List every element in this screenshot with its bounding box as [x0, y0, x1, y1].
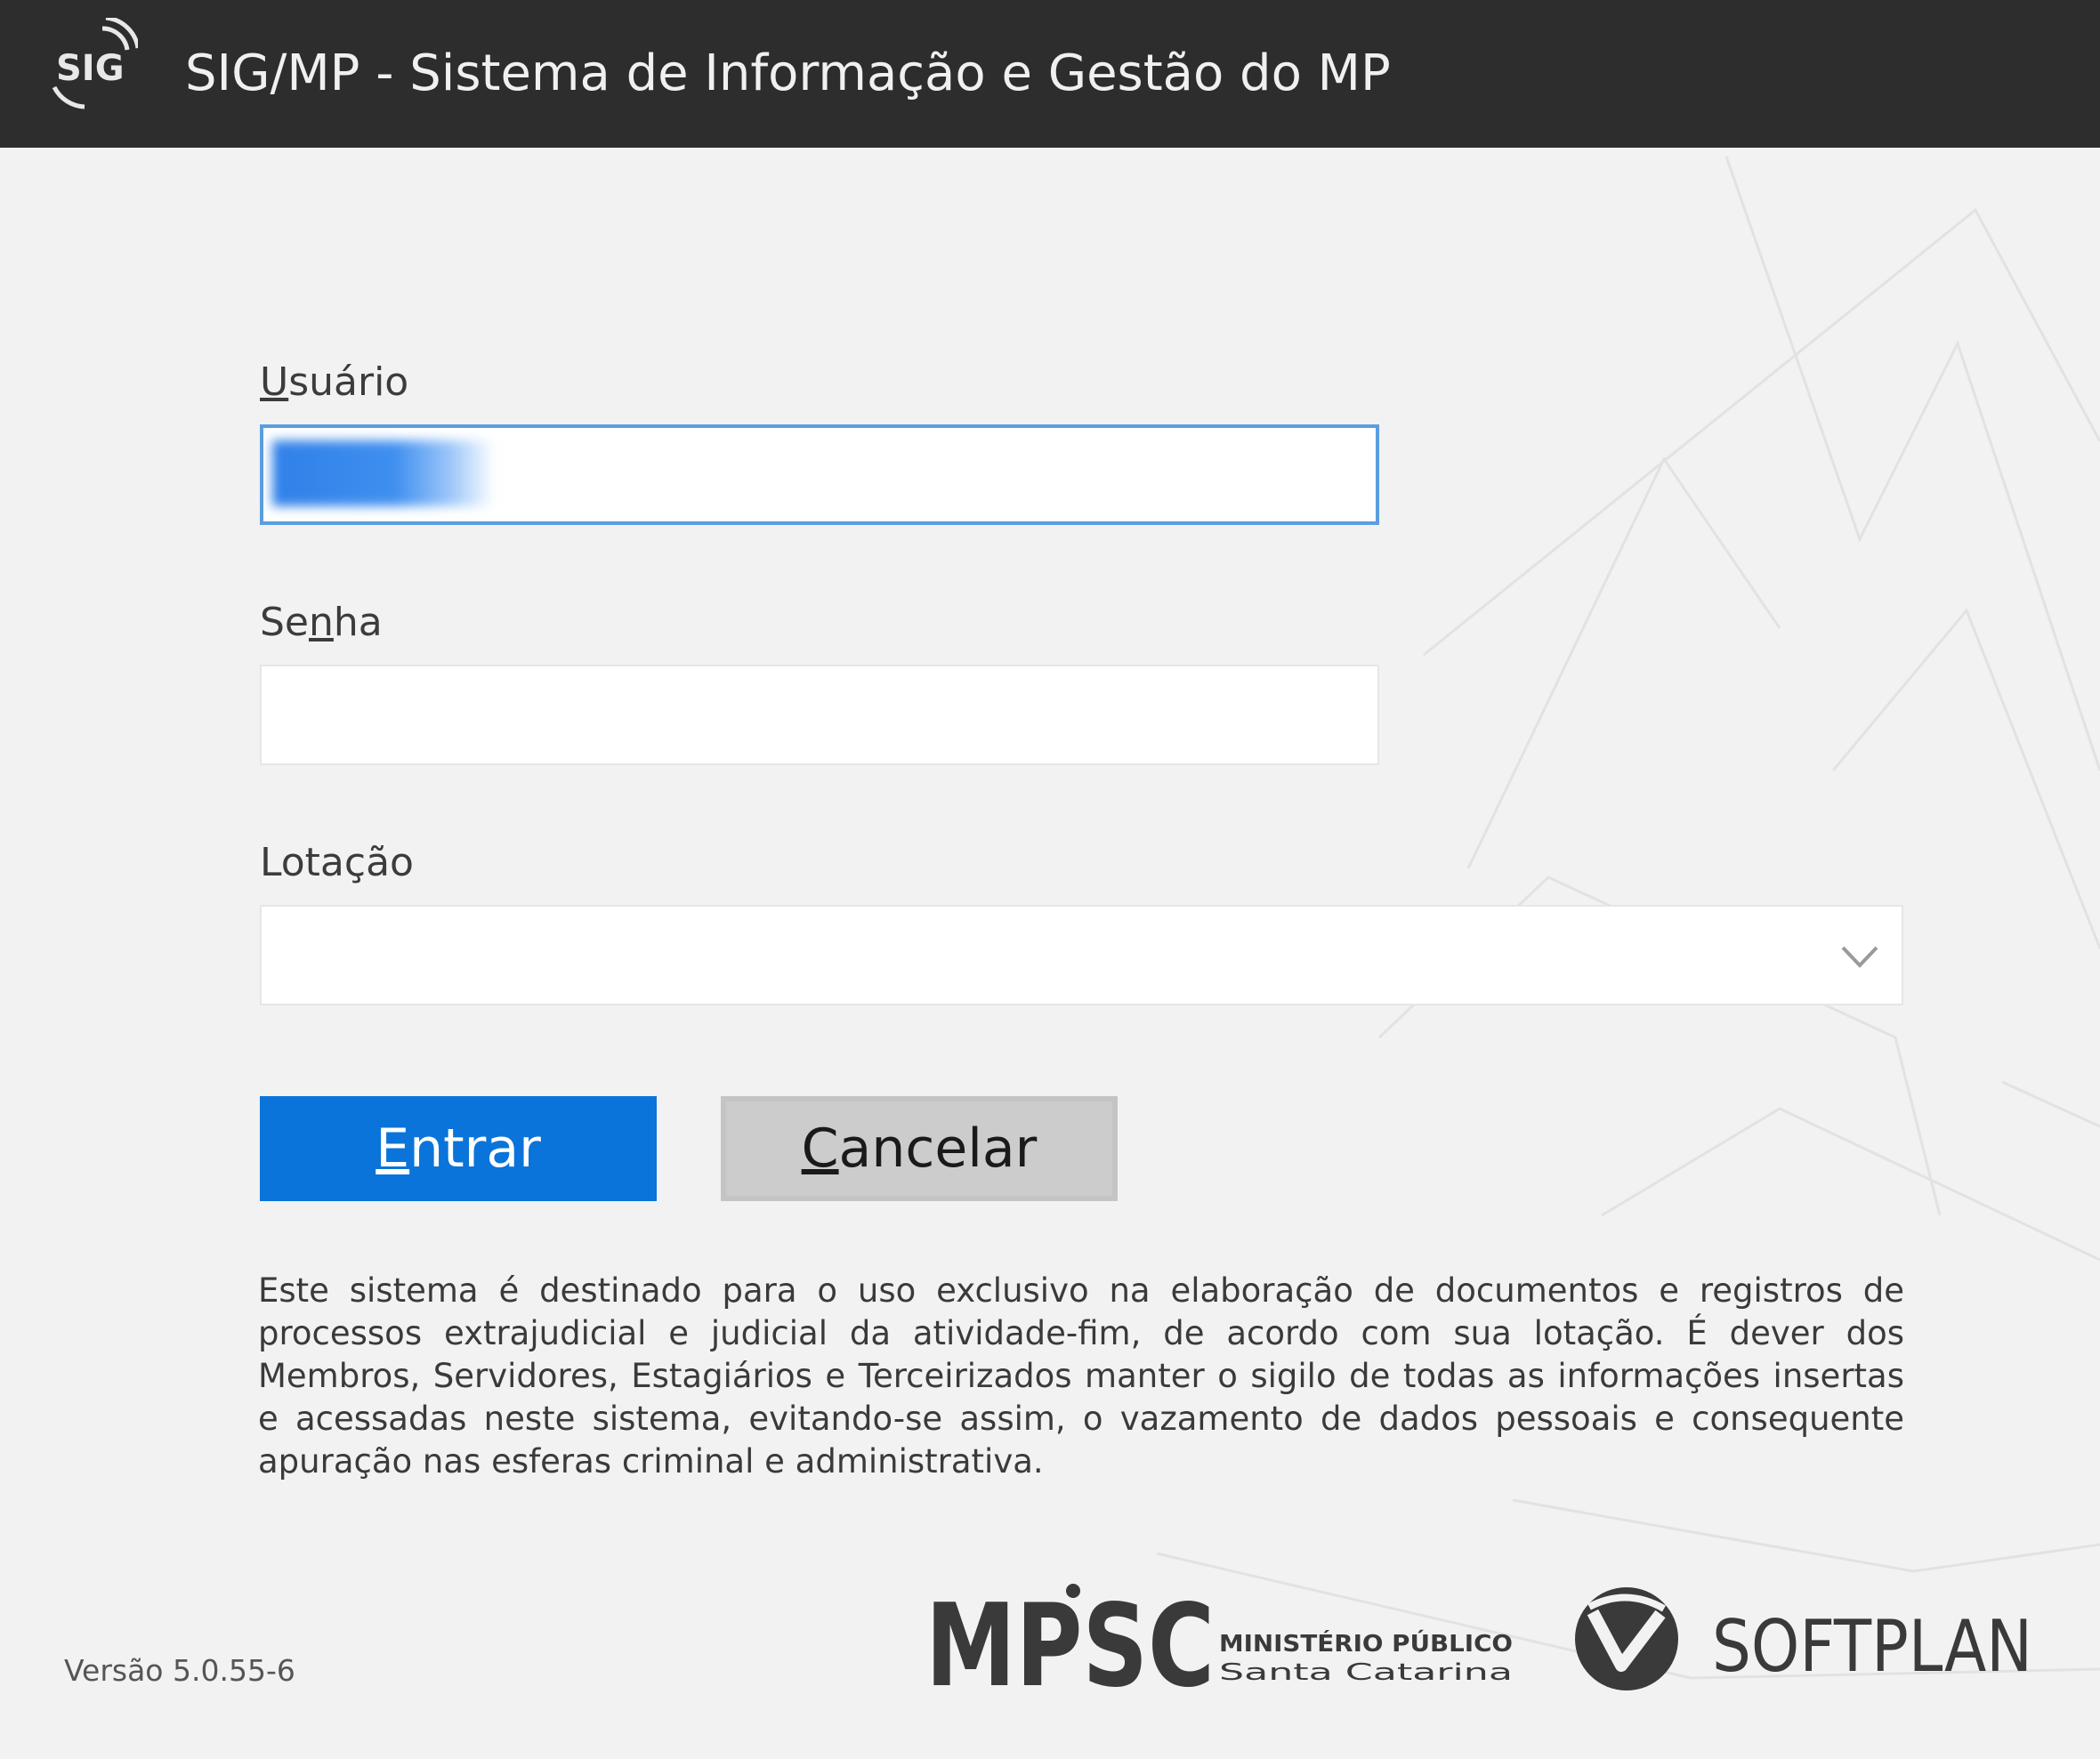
title-bar[interactable]: SIG SIG/MP - Sistema de Informação e Ges… — [0, 0, 2100, 148]
mpsc-logo-main: MPSC — [925, 1580, 1215, 1696]
enter-button-mnemonic: E — [376, 1118, 410, 1180]
lotacao-select[interactable] — [260, 905, 1903, 1005]
redacted-username-value — [272, 440, 495, 506]
chevron-down-icon[interactable] — [1838, 939, 1882, 974]
cancel-button[interactable]: Cancelar — [721, 1096, 1118, 1201]
password-input[interactable] — [260, 665, 1379, 765]
sig-logo-text: SIG — [56, 48, 125, 89]
cancel-button-label: ancelar — [838, 1118, 1038, 1180]
mpsc-logo-line2: Santa Catarina — [1219, 1659, 1513, 1686]
softplan-logo-text: SOFTPLAN — [1712, 1605, 2032, 1688]
username-input[interactable] — [260, 424, 1379, 525]
window-title: SIG/MP - Sistema de Informação e Gestão … — [185, 44, 1391, 102]
lotacao-label: Lotação — [260, 840, 414, 885]
version-label: Versão 5.0.55-6 — [64, 1653, 295, 1688]
mpsc-logo-line1: MINISTÉRIO PÚBLICO — [1219, 1629, 1513, 1658]
enter-button[interactable]: Entrar — [260, 1096, 657, 1201]
username-label: Usuário — [260, 359, 408, 406]
password-label-after: ha — [333, 600, 383, 645]
password-label-before: Se — [260, 600, 309, 645]
password-label: Senha — [260, 600, 383, 646]
sig-logo-icon: SIG — [52, 18, 138, 109]
password-label-mnemonic: n — [309, 600, 334, 645]
enter-button-label: ntrar — [409, 1118, 541, 1180]
disclaimer-text: Este sistema é destinado para o uso excl… — [258, 1271, 1904, 1481]
username-label-rest: suário — [288, 359, 409, 405]
username-label-mnemonic: U — [260, 359, 289, 405]
cancel-button-mnemonic: C — [801, 1118, 839, 1180]
softplan-logo: SOFTPLAN — [1575, 1587, 2032, 1690]
mpsc-logo: MPSC MINISTÉRIO PÚBLICO Santa Catarina — [925, 1580, 1513, 1696]
